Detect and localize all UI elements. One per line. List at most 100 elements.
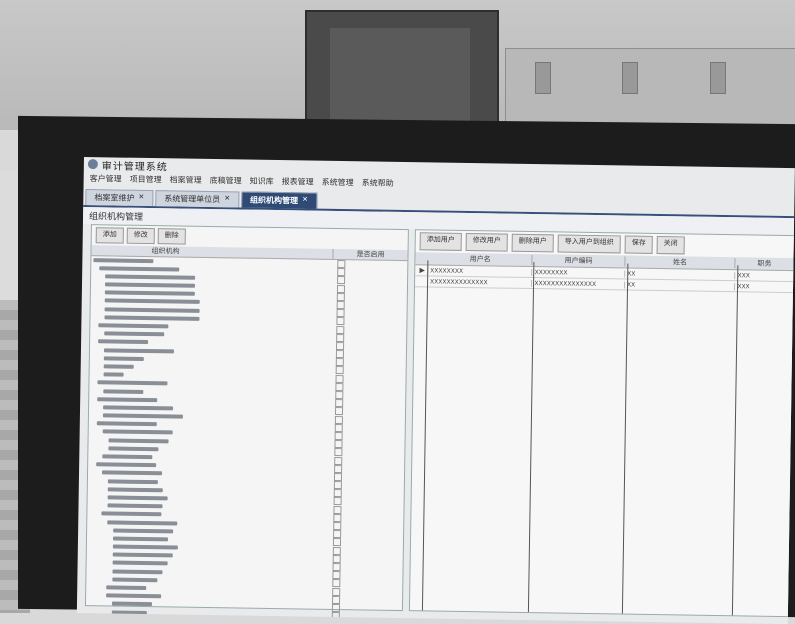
blurred-text — [93, 258, 153, 263]
enabled-checkbox[interactable] — [333, 538, 341, 546]
enabled-checkbox[interactable] — [334, 440, 342, 448]
enabled-checkbox[interactable] — [335, 432, 343, 440]
enabled-checkbox[interactable] — [332, 612, 340, 620]
enabled-checkbox[interactable] — [336, 325, 344, 333]
enabled-checkbox[interactable] — [333, 555, 341, 563]
enabled-checkbox[interactable] — [334, 456, 342, 464]
enabled-checkbox[interactable] — [333, 530, 341, 538]
tab-org-management[interactable]: 组织机构管理 ✕ — [241, 191, 317, 208]
enabled-checkbox[interactable] — [334, 481, 342, 489]
enabled-checkbox[interactable] — [333, 563, 341, 571]
blurred-text — [112, 602, 152, 607]
blurred-text — [106, 594, 161, 599]
import-user-button[interactable]: 导入用户到组织 — [558, 234, 621, 253]
cell-role: XXX — [735, 283, 794, 291]
enabled-checkbox[interactable] — [336, 358, 344, 366]
edit-user-button[interactable]: 修改用户 — [466, 233, 508, 252]
enabled-checkbox[interactable] — [337, 268, 345, 276]
enabled-checkbox[interactable] — [335, 399, 343, 407]
enabled-checkbox[interactable] — [334, 473, 342, 481]
blurred-text — [107, 504, 162, 509]
delete-org-button[interactable]: 删除 — [158, 228, 186, 244]
enabled-checkbox[interactable] — [336, 350, 344, 358]
blurred-text — [96, 462, 156, 467]
menu-item-system[interactable]: 系统管理 — [322, 176, 354, 188]
enabled-checkbox[interactable] — [336, 334, 344, 342]
enabled-checkbox[interactable] — [336, 342, 344, 350]
enabled-checkbox[interactable] — [337, 285, 345, 293]
org-tree[interactable] — [85, 256, 407, 624]
background-knob — [535, 62, 551, 94]
background-cabinet-inner — [330, 28, 470, 130]
grid-line — [732, 265, 738, 615]
enabled-checkbox[interactable] — [335, 407, 343, 415]
enabled-checkbox[interactable] — [335, 424, 343, 432]
enabled-checkbox[interactable] — [333, 506, 341, 514]
enabled-checkbox[interactable] — [337, 301, 345, 309]
enabled-checkbox[interactable] — [337, 309, 345, 317]
enabled-checkbox[interactable] — [335, 391, 343, 399]
delete-user-button[interactable]: 删除用户 — [512, 234, 554, 253]
edit-org-button[interactable]: 修改 — [127, 228, 155, 244]
background-knob — [710, 62, 726, 94]
enabled-checkbox[interactable] — [337, 260, 345, 268]
column-header-usercode[interactable]: 用户编码 — [533, 255, 626, 266]
close-icon[interactable]: ✕ — [302, 195, 308, 206]
enabled-checkbox[interactable] — [336, 366, 344, 374]
add-org-button[interactable]: 添加 — [96, 227, 124, 243]
enabled-checkbox[interactable] — [332, 579, 340, 587]
enabled-checkbox[interactable] — [335, 375, 343, 383]
menu-item-workpapers[interactable]: 底稿管理 — [210, 174, 242, 186]
enabled-checkbox[interactable] — [335, 383, 343, 391]
org-tree-pane: 添加 修改 删除 组织机构 是否启用 — [85, 224, 409, 611]
enabled-checkbox[interactable] — [332, 571, 340, 579]
enabled-checkbox[interactable] — [333, 547, 341, 555]
save-button[interactable]: 保存 — [625, 236, 653, 254]
menu-item-clients[interactable]: 客户管理 — [90, 173, 122, 185]
menu-item-reports[interactable]: 报表管理 — [282, 176, 314, 188]
blurred-text — [113, 553, 173, 558]
tab-label: 系统管理单位员 — [164, 193, 220, 205]
app-logo-icon — [88, 159, 98, 169]
tree-node[interactable] — [86, 616, 402, 624]
enabled-checkbox[interactable] — [334, 465, 342, 473]
enabled-checkbox[interactable] — [337, 276, 345, 284]
blurred-text — [101, 512, 161, 517]
enabled-checkbox[interactable] — [334, 489, 342, 497]
column-header-username[interactable]: 用户名 — [428, 253, 533, 265]
blurred-text — [113, 528, 173, 533]
menu-item-help[interactable]: 系统帮助 — [362, 177, 394, 189]
add-user-button[interactable]: 添加用户 — [420, 232, 462, 251]
cell-username: XXXXXXXXXXXXXX — [428, 278, 533, 287]
column-header-role[interactable]: 职务 — [736, 258, 795, 269]
tab-archive-room[interactable]: 档案室维护 ✕ — [85, 189, 153, 206]
blurred-text — [103, 389, 143, 394]
enabled-checkbox[interactable] — [333, 514, 341, 522]
tab-system-users[interactable]: 系统管理单位员 ✕ — [155, 190, 239, 207]
close-icon[interactable]: ✕ — [224, 194, 230, 205]
enabled-checkbox[interactable] — [332, 604, 340, 612]
enabled-checkbox[interactable] — [332, 620, 340, 624]
cell-usercode: XXXXXXXX — [533, 269, 626, 277]
blurred-text — [113, 561, 168, 566]
blurred-text — [98, 323, 168, 328]
blurred-text — [104, 356, 144, 361]
blurred-text — [99, 266, 179, 271]
menu-item-archives[interactable]: 档案管理 — [170, 174, 202, 186]
close-button[interactable]: 关闭 — [657, 236, 685, 254]
enabled-checkbox[interactable] — [334, 497, 342, 505]
enabled-checkbox[interactable] — [332, 587, 340, 595]
enabled-checkbox[interactable] — [337, 293, 345, 301]
blurred-text — [103, 430, 173, 435]
menu-item-knowledge[interactable]: 知识库 — [250, 175, 274, 186]
column-header-enabled[interactable]: 是否启用 — [333, 249, 407, 260]
enabled-checkbox[interactable] — [334, 448, 342, 456]
enabled-checkbox[interactable] — [335, 416, 343, 424]
blurred-text — [109, 438, 169, 443]
close-icon[interactable]: ✕ — [138, 193, 144, 204]
enabled-checkbox[interactable] — [336, 317, 344, 325]
menu-item-projects[interactable]: 项目管理 — [130, 173, 162, 185]
enabled-checkbox[interactable] — [333, 522, 341, 530]
column-header-name[interactable]: 姓名 — [625, 257, 736, 269]
enabled-checkbox[interactable] — [332, 596, 340, 604]
